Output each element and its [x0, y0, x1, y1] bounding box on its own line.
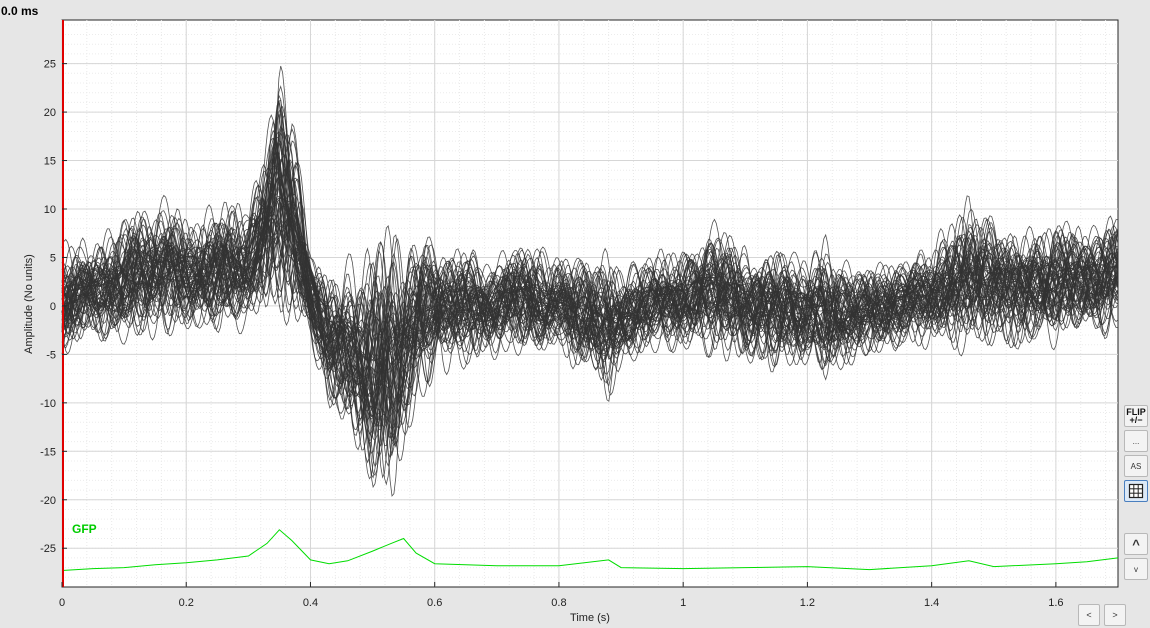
- grid-toggle-button[interactable]: [1124, 480, 1148, 502]
- channel-plot[interactable]: GFP 0 0.2 0.4 0.6 0.8 1 1.2 1.4 1.6 25 20 15 10 5 0 -5…: [0, 0, 1150, 628]
- y-tick-label: -25: [40, 543, 56, 555]
- flip-polarity-button[interactable]: FLIP +/−: [1124, 405, 1148, 427]
- x-tick-label: 0.2: [179, 597, 194, 609]
- x-tick-label: 1.4: [924, 597, 939, 609]
- x-tick-label: 0.4: [303, 597, 318, 609]
- auto-scale-button[interactable]: AS: [1124, 455, 1148, 477]
- scale-up-button[interactable]: ^: [1124, 533, 1148, 555]
- x-axis-label: Time (s): [570, 612, 610, 624]
- scroll-left-button[interactable]: <: [1078, 604, 1100, 626]
- scale-down-button[interactable]: v: [1124, 558, 1148, 580]
- y-tick-label: -15: [40, 446, 56, 458]
- y-tick-label: 25: [44, 59, 56, 71]
- y-tick-label: -5: [46, 349, 56, 361]
- x-tick-label: 1.6: [1048, 597, 1063, 609]
- x-tick-label: 0: [59, 597, 65, 609]
- x-tick-label: 0.6: [427, 597, 442, 609]
- more-options-button[interactable]: ...: [1124, 430, 1148, 452]
- grid-icon: [1128, 483, 1144, 499]
- y-axis-label: Amplitude (No units): [23, 254, 35, 354]
- y-tick-label: -20: [40, 495, 56, 507]
- x-tick-label: 0.8: [551, 597, 566, 609]
- y-tick-label: -10: [40, 398, 56, 410]
- y-tick-label: 10: [44, 204, 56, 216]
- y-tick-label: 15: [44, 156, 56, 168]
- gfp-label: GFP: [72, 522, 97, 536]
- flip-button-sign: +/−: [1129, 415, 1143, 425]
- y-tick-label: 5: [50, 252, 56, 264]
- x-tick-label: 1.2: [800, 597, 815, 609]
- y-tick-label: 0: [50, 301, 56, 313]
- x-tick-label: 1: [680, 597, 686, 609]
- scroll-right-button[interactable]: >: [1104, 604, 1126, 626]
- y-tick-label: 20: [44, 107, 56, 119]
